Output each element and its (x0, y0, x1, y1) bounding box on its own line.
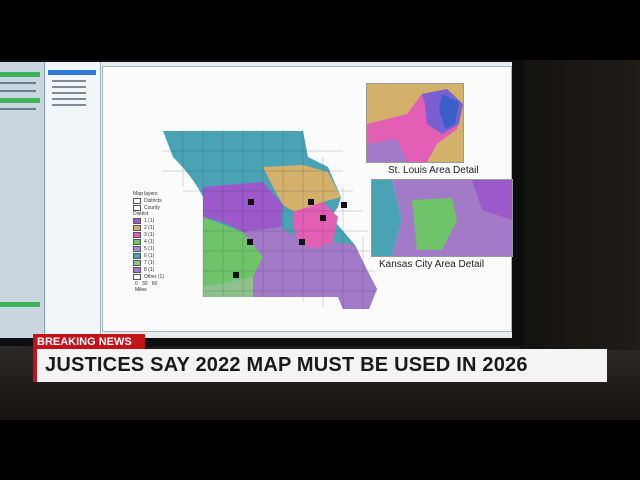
tree-item[interactable] (52, 104, 86, 106)
legend-item: 2 (1) (133, 225, 154, 231)
missouri-district-map (163, 131, 377, 309)
kansas-city-inset-label: Kansas City Area Detail (379, 259, 485, 270)
legend-item: 8 (1) (133, 267, 154, 273)
kansas-city-inset-map (371, 179, 513, 257)
legend-item: 4 (1) (133, 239, 154, 245)
layers-panel (0, 62, 45, 338)
legend-item: Districts (133, 198, 162, 204)
legend-item: 1 (1) (133, 218, 154, 224)
st-louis-inset-map (366, 83, 464, 163)
legend-item: 5 (1) (133, 246, 154, 252)
panel-line (0, 90, 36, 92)
monitor: Map layers Districts County District 1 (… (0, 60, 524, 346)
legend-item: 7 (1) (133, 260, 154, 266)
legend-item: 3 (1) (133, 232, 154, 238)
legend-item: District (133, 211, 149, 217)
legend-title: Map layers (133, 191, 158, 197)
panel-highlight (0, 98, 40, 103)
headline-text: JUSTICES SAY 2022 MAP MUST BE USED IN 20… (45, 354, 528, 376)
legend-item: Other (1) (133, 274, 164, 280)
panel-line (0, 82, 36, 84)
panel-line (0, 108, 36, 110)
panel-highlight (0, 302, 40, 307)
legend-item: 6 (1) (133, 253, 154, 259)
panel-highlight (0, 72, 40, 77)
tree-item[interactable] (52, 92, 86, 94)
st-louis-inset-label: St. Louis Area Detail (388, 165, 479, 176)
scale-bar: 0 30 60 Miles (135, 281, 158, 293)
map-window: Map layers Districts County District 1 (… (102, 66, 513, 332)
headline-bar: JUSTICES SAY 2022 MAP MUST BE USED IN 20… (33, 349, 607, 382)
tree-panel (46, 62, 101, 338)
monitor-screen: Map layers Districts County District 1 (… (0, 62, 513, 338)
tree-selected-item[interactable] (48, 70, 96, 75)
room-background-right (520, 60, 640, 360)
breaking-news-tag: BREAKING NEWS (33, 334, 145, 349)
tree-item[interactable] (52, 98, 86, 100)
headline-accent (33, 349, 37, 382)
tree-item[interactable] (52, 80, 86, 82)
tree-item[interactable] (52, 86, 86, 88)
